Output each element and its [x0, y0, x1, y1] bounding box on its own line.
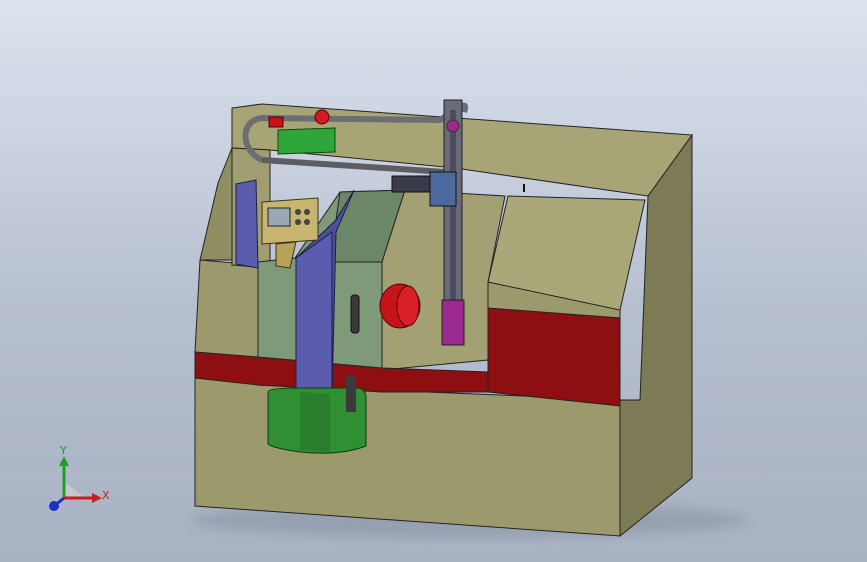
gantry-carriage[interactable]	[429, 171, 457, 207]
x-axis-arrow	[92, 493, 102, 503]
triad-plane	[64, 482, 86, 498]
column-side	[295, 231, 333, 396]
chuck-face	[396, 285, 420, 327]
door-handle[interactable]	[350, 294, 360, 334]
machine-base-side	[619, 133, 693, 538]
y-axis-arrow	[59, 456, 69, 466]
arm-pivot[interactable]	[446, 119, 460, 133]
red-indicator	[268, 116, 284, 128]
axis-triad[interactable]: Y X	[40, 440, 120, 520]
machine-model[interactable]	[0, 0, 867, 562]
left-housing	[199, 147, 233, 261]
side-plate	[235, 179, 259, 269]
gripper[interactable]	[441, 299, 465, 346]
emergency-stop-button[interactable]	[314, 109, 330, 125]
panel-button-4[interactable]	[304, 219, 310, 225]
robot-base-highlight	[300, 392, 330, 452]
red-band-right	[487, 307, 621, 407]
operator-screen	[267, 207, 291, 227]
panel-button-3[interactable]	[295, 219, 301, 225]
triad-graphic	[49, 456, 102, 511]
x-axis-label: X	[102, 489, 110, 502]
3d-viewport[interactable]: Y X	[0, 0, 867, 562]
z-axis-head	[49, 501, 59, 511]
base-sensor	[346, 376, 356, 412]
control-box[interactable]	[277, 127, 336, 155]
y-axis-label: Y	[60, 444, 67, 457]
panel-button-2[interactable]	[304, 209, 310, 215]
panel-button-1[interactable]	[295, 209, 301, 215]
